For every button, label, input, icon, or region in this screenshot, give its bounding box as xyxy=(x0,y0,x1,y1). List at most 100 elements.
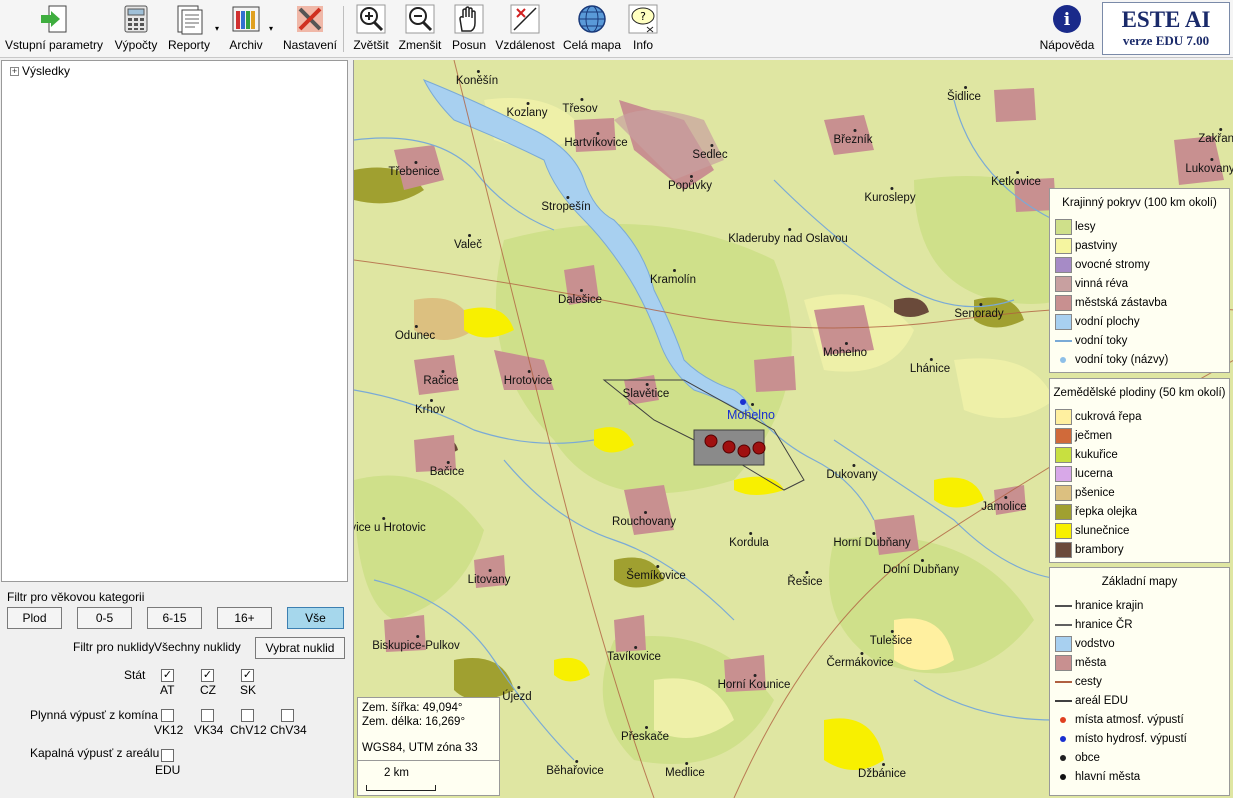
crop-legend-item: brambory xyxy=(1050,542,1229,561)
color-swatch-icon xyxy=(1055,314,1072,330)
cover-legend-item: ovocné stromy xyxy=(1050,257,1229,276)
settings-button[interactable]: Nastavení xyxy=(282,3,338,52)
legend-label: brambory xyxy=(1075,544,1124,556)
legend-label: pšenice xyxy=(1075,487,1115,499)
town-label: Džbánice xyxy=(858,763,906,780)
reports-dropdown-icon[interactable]: ▾ xyxy=(212,24,222,33)
legend-label: hranice krajin xyxy=(1075,600,1144,612)
color-swatch-icon xyxy=(1055,655,1072,671)
input-parameters-button[interactable]: Vstupní parametry xyxy=(4,3,104,52)
help-button[interactable]: i Nápověda xyxy=(1038,3,1096,52)
gas-chv34-label: ChV34 xyxy=(270,723,307,737)
svg-text:i: i xyxy=(1064,10,1071,30)
legend-label: kukuřice xyxy=(1075,449,1118,461)
expand-icon[interactable]: + xyxy=(10,67,19,76)
age-button-6-15[interactable]: 6-15 xyxy=(147,607,202,629)
archive-icon xyxy=(232,6,260,32)
town-label: Kozlany xyxy=(506,102,548,119)
info-button[interactable]: ? Info xyxy=(626,3,660,52)
input-parameters-icon xyxy=(41,5,67,33)
gas-vk34-label: VK34 xyxy=(194,723,224,737)
gas-chv34-checkbox[interactable] xyxy=(281,709,294,722)
dot-swatch-icon xyxy=(1060,774,1066,780)
base-legend-item: hranice krajin xyxy=(1050,598,1229,617)
full-map-button[interactable]: Celá mapa xyxy=(562,3,622,52)
town-label: Horní Kounice xyxy=(717,674,791,691)
pan-button[interactable]: Posun xyxy=(450,3,488,52)
base-legend-item: vodstvo xyxy=(1050,636,1229,655)
legend-label: ječmen xyxy=(1075,430,1113,442)
toolbar-separator xyxy=(343,6,344,52)
town-label: Popůvky xyxy=(667,175,713,192)
gas-chv12-label: ChV12 xyxy=(230,723,267,737)
legend-label: vodní toky xyxy=(1075,335,1128,347)
scale-label: 2 km xyxy=(384,767,409,779)
gas-chv12-checkbox[interactable] xyxy=(241,709,254,722)
line-swatch-icon xyxy=(1055,700,1072,702)
legend-label: hlavní města xyxy=(1075,771,1141,783)
liquid-edu-label: EDU xyxy=(155,763,181,777)
zoom-out-button[interactable]: Zmenšit xyxy=(397,3,443,52)
town-label: Koněšín xyxy=(455,70,499,87)
state-cz-label: CZ xyxy=(200,683,216,697)
select-nuclide-button[interactable]: Vybrat nuklid xyxy=(255,637,345,659)
legend-label: obce xyxy=(1075,752,1100,764)
plant-label: Mohelno xyxy=(727,403,775,422)
state-cz-checkbox[interactable]: ✓ xyxy=(201,669,214,682)
tree-node-results[interactable]: + Výsledky xyxy=(10,64,70,78)
town-label: Hartvíkovice xyxy=(564,132,628,149)
legend-label: vodní toky (názvy) xyxy=(1075,354,1169,366)
legend-label: místo hydrosf. výpustí xyxy=(1075,733,1187,745)
age-button-all[interactable]: Vše xyxy=(287,607,344,629)
coordinates-panel: Zem. šířka: 49,094° Zem. délka: 16,269° … xyxy=(357,697,500,763)
state-at-checkbox[interactable]: ✓ xyxy=(161,669,174,682)
town-label: Tavíkovice xyxy=(607,646,661,663)
crop-legend-item: cukrová řepa xyxy=(1050,409,1229,428)
age-button-0-5[interactable]: 0-5 xyxy=(77,607,132,629)
legend-land-cover-title: Krajinný pokryv (100 km okolí) xyxy=(1062,197,1217,209)
map-view[interactable]: Mohelno Koněšín Kozlany Třesov Hartvíkovice… xyxy=(353,60,1233,798)
cover-legend-item: vodní toky xyxy=(1050,333,1229,352)
distance-button[interactable]: Vzdálenost xyxy=(494,3,556,52)
color-swatch-icon xyxy=(1055,523,1072,539)
gas-vk34-checkbox[interactable] xyxy=(201,709,214,722)
help-icon: i xyxy=(1053,5,1081,33)
town-label: Dalešice xyxy=(557,289,603,306)
line-swatch-icon xyxy=(1055,624,1072,626)
cover-legend-item: lesy xyxy=(1050,219,1229,238)
legend-label: místa atmosf. výpustí xyxy=(1075,714,1184,726)
liquid-edu-checkbox[interactable] xyxy=(161,749,174,762)
crop-legend-item: ječmen xyxy=(1050,428,1229,447)
crop-legend-item: pšenice xyxy=(1050,485,1229,504)
age-button-16plus[interactable]: 16+ xyxy=(217,607,272,629)
legend-label: hranice ČR xyxy=(1075,619,1133,631)
legend-label: pastviny xyxy=(1075,240,1118,252)
nuclide-filter-value: Všechny nuklidy xyxy=(154,640,241,654)
dot-swatch-icon xyxy=(1060,357,1066,363)
color-swatch-icon xyxy=(1055,428,1072,444)
gas-vk12-checkbox[interactable] xyxy=(161,709,174,722)
crop-legend-item: řepka olejka xyxy=(1050,504,1229,523)
legend-label: města xyxy=(1075,657,1107,669)
coordinate-system: WGS84, UTM zóna 33 xyxy=(362,742,478,754)
town-label: Biskupice-Pulkov xyxy=(372,635,460,652)
state-sk-checkbox[interactable]: ✓ xyxy=(241,669,254,682)
color-swatch-icon xyxy=(1055,542,1072,558)
archive-dropdown-icon[interactable]: ▾ xyxy=(266,24,276,33)
base-legend-item: místo hydrosf. výpustí xyxy=(1050,731,1229,750)
reports-button[interactable]: Reporty xyxy=(166,3,212,52)
town-label: Třebenice xyxy=(388,161,440,178)
app-logo-title: ESTE AI xyxy=(1121,7,1211,32)
state-at-label: AT xyxy=(160,683,175,697)
archive-button[interactable]: Archiv xyxy=(226,3,266,52)
town-label: Lhánice xyxy=(909,358,951,375)
legend-label: areál EDU xyxy=(1075,695,1129,707)
calculations-button[interactable]: Výpočty xyxy=(113,3,159,52)
age-button-plod[interactable]: Plod xyxy=(7,607,62,629)
town-label: Valeč xyxy=(454,234,482,251)
town-label: Čermákovice xyxy=(826,652,894,669)
legend-label: lucerna xyxy=(1075,468,1113,480)
color-swatch-icon xyxy=(1055,219,1072,235)
state-sk-label: SK xyxy=(240,683,257,697)
zoom-in-button[interactable]: Zvětšit xyxy=(350,3,392,52)
